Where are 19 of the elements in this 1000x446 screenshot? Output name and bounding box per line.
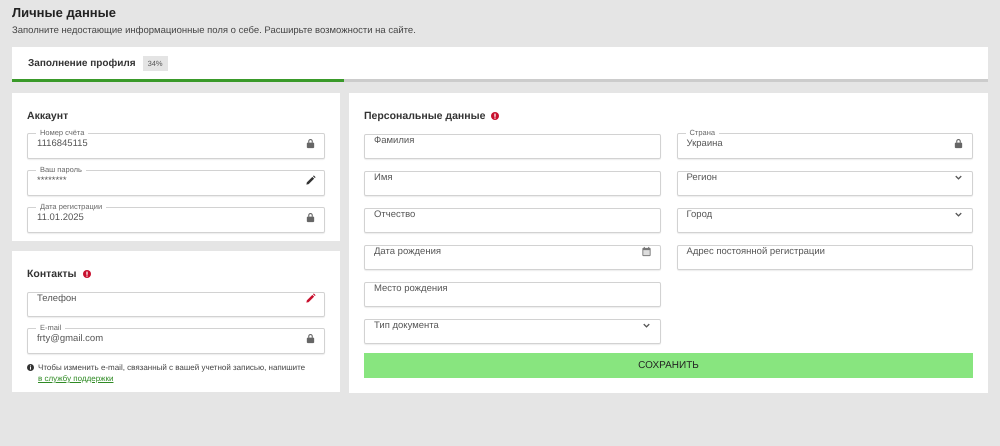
input-field[interactable]: Имя xyxy=(364,171,660,196)
note-text: Чтобы изменить e-mail, связанный с вашей учетной записью, напишите в службу поддержки xyxy=(38,362,306,384)
input-field[interactable]: Дата рождения xyxy=(364,245,660,270)
dropdown-field[interactable]: Регион xyxy=(676,171,973,196)
progress-label: Заполнение профиля xyxy=(28,58,136,69)
input-field[interactable]: Адрес постоянной регистрации xyxy=(676,245,973,270)
section-title: Аккаунт xyxy=(27,110,68,122)
section-title: Персональные данные xyxy=(364,110,486,122)
dropdown-field[interactable]: Город xyxy=(676,208,973,233)
support-link[interactable]: в службу поддержки xyxy=(38,374,114,383)
section-title: Контакты xyxy=(27,268,77,280)
dropdown-field[interactable]: Тип документа xyxy=(364,319,660,344)
input-field[interactable]: Место рождения xyxy=(364,282,660,307)
save-button[interactable]: СОХРАНИТЬ xyxy=(364,353,973,378)
input-field[interactable]: Фамилия xyxy=(364,134,660,159)
input-field[interactable]: Телефон xyxy=(27,292,325,317)
input-field[interactable]: Отчество xyxy=(364,208,660,233)
page-subtitle: Заполните недостающие информационные поля о себе. Расширьте возможности на сайте. xyxy=(12,25,417,37)
page-title: Личные данные xyxy=(12,5,117,21)
